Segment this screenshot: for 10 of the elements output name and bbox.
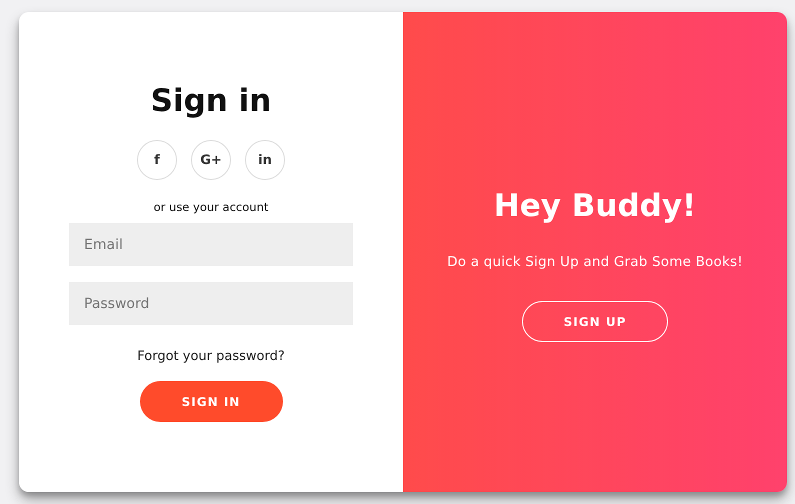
- sign-in-title: Sign in: [150, 82, 272, 120]
- overlay-title: Hey Buddy!: [494, 187, 696, 225]
- social-button[interactable]: f: [137, 140, 177, 180]
- email-field[interactable]: Email: [69, 223, 353, 266]
- social-button[interactable]: in: [245, 140, 285, 180]
- social-button[interactable]: G+: [191, 140, 231, 180]
- password-field[interactable]: Password: [69, 282, 353, 325]
- overlay-subtitle: Do a quick Sign Up and Grab Some Books!: [447, 253, 743, 271]
- divider-text: or use your account: [154, 200, 268, 215]
- forgot-password-link[interactable]: Forgot your password?: [137, 349, 285, 365]
